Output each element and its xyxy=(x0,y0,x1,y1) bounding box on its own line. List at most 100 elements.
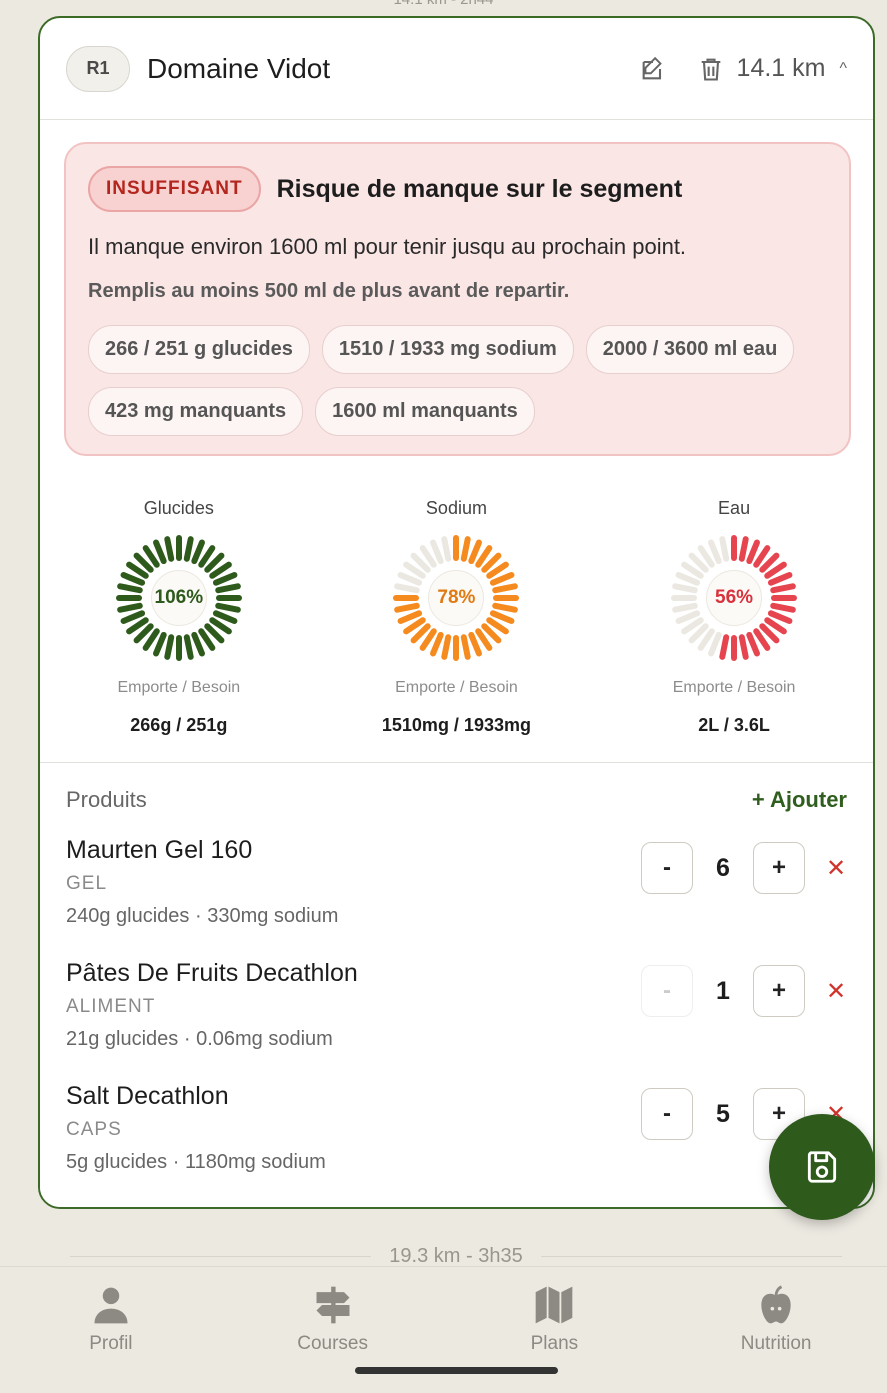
gauge-tick-empty xyxy=(672,602,698,613)
gauge-tick-filled xyxy=(164,536,175,562)
tab-profil[interactable]: Profil xyxy=(0,1267,222,1393)
tab-label: Nutrition xyxy=(740,1333,812,1354)
alert-chips: 266 / 251 g glucides 1510 / 1933 mg sodi… xyxy=(88,325,827,436)
gauge-value: 1510mg / 1933mg xyxy=(381,715,531,735)
add-product-button[interactable]: + Ajouter xyxy=(752,787,847,813)
decrement-button[interactable]: - xyxy=(641,842,693,894)
quantity-value: 1 xyxy=(716,976,730,1005)
gauge-tick-empty xyxy=(675,610,701,624)
gauge-label: Glucides xyxy=(143,498,214,518)
alert-advice: Remplis au moins 500 ml de plus avant de… xyxy=(88,280,570,302)
gauge-tick-filled xyxy=(191,539,205,565)
gauge-value: 2L / 3.6L xyxy=(698,715,770,735)
gauge-tick-filled xyxy=(212,610,238,624)
save-icon xyxy=(807,1151,837,1183)
edit-icon[interactable] xyxy=(639,55,667,83)
chip-glucides: 266 / 251 g glucides xyxy=(88,325,310,374)
tab-label: Profil xyxy=(89,1333,133,1354)
stop-name: Domaine Vidot xyxy=(147,52,331,84)
product-row: Salt Decathlon CAPS 5g glucides · 1180mg… xyxy=(66,1082,847,1205)
gauge-tick-filled xyxy=(768,572,793,586)
decrement-button[interactable]: - xyxy=(641,1088,693,1140)
gauge-sodium: Sodium 78% Emporte / Besoin 1510mg / 193… xyxy=(318,498,596,762)
shortage-alert: INSUFFISANT Risque de manque sur le segm… xyxy=(64,142,851,456)
quantity-stepper: - 6 + ✕ xyxy=(641,842,847,894)
gauge-tick-empty xyxy=(675,572,701,586)
gauge-tick-filled xyxy=(430,631,445,657)
gauge-sub-label: Emporte / Besoin xyxy=(117,679,241,696)
gauge-tick-filled xyxy=(738,634,749,660)
chip-missing-water: 1600 ml manquants xyxy=(315,387,535,436)
gauge-tick-filled xyxy=(770,602,796,613)
product-info: 5g glucides · 1180mg sodium xyxy=(66,1151,326,1173)
gauge-tick-empty xyxy=(708,631,722,657)
gauge-tick-filled xyxy=(394,602,421,613)
products-title: Produits xyxy=(66,787,147,812)
gauge-tick-filled xyxy=(492,583,519,594)
product-row: Pâtes De Fruits Decathlon ALIMENT 21g gl… xyxy=(66,959,847,1082)
chip-sodium: 1510 / 1933 mg sodium xyxy=(321,325,574,374)
gauge-tick-filled xyxy=(746,539,761,565)
apple-icon xyxy=(761,1285,791,1324)
gauge-tick-filled xyxy=(398,610,423,624)
gauge-tick-filled xyxy=(468,631,483,657)
tab-plans[interactable]: Plans xyxy=(444,1267,666,1393)
product-info: 240g glucides · 330mg sodium xyxy=(66,905,339,927)
chip-missing-sodium: 423 mg manquants xyxy=(88,387,304,436)
gauge-tick-filled xyxy=(770,583,796,594)
tab-courses[interactable]: Courses xyxy=(222,1267,444,1393)
gauge-tick-filled xyxy=(468,539,483,565)
gauge-label: Eau xyxy=(718,498,751,518)
gauge-tick-filled xyxy=(116,583,143,594)
gauge-tick-empty xyxy=(719,536,730,562)
alert-title: Risque de manque sur le segment xyxy=(276,174,683,203)
stop-card-header[interactable]: R1 Domaine Vidot 14.1 km ^ xyxy=(40,18,873,120)
gauge-tick-filled xyxy=(492,602,519,613)
gauge-tick-filled xyxy=(120,610,145,624)
gauge-tick-filled xyxy=(164,634,175,660)
tab-nutrition[interactable]: Nutrition xyxy=(665,1267,887,1393)
gauge-ring: 106% xyxy=(114,533,244,663)
gauge-tick-empty xyxy=(708,539,722,565)
gauge-tick-filled xyxy=(215,602,241,613)
gauge-tick-filled xyxy=(490,572,515,586)
gauge-tick-filled xyxy=(461,634,472,660)
increment-button[interactable]: + xyxy=(753,842,805,894)
home-indicator xyxy=(355,1367,558,1374)
map-icon xyxy=(536,1286,573,1324)
gauge-tick-filled xyxy=(215,583,241,594)
gauge-sub-label: Emporte / Besoin xyxy=(395,679,518,696)
increment-button[interactable]: + xyxy=(753,965,805,1017)
gauge-percent: 56% xyxy=(706,570,763,626)
gauge-ring: 78% xyxy=(391,533,521,663)
tab-label: Plans xyxy=(530,1333,579,1354)
nutrition-gauges: Glucides 106% Emporte / Besoin 266g / 25… xyxy=(40,498,873,762)
gauge-tick-filled xyxy=(116,602,143,613)
gauge-tick-empty xyxy=(394,583,421,594)
gauge-tick-filled xyxy=(738,536,749,562)
remove-product-button[interactable]: ✕ xyxy=(825,854,847,883)
chevron-up-icon[interactable]: ^ xyxy=(839,60,847,78)
gauge-tick-filled xyxy=(183,634,194,660)
next-segment-label: 19.3 km - 3h35 xyxy=(52,1244,860,1268)
gauge-value: 266g / 251g xyxy=(130,715,228,735)
alert-message: Il manque environ 1600 ml pour tenir jus… xyxy=(88,234,687,259)
stop-card: R1 Domaine Vidot 14.1 km ^ INSUFFISANT R… xyxy=(38,16,875,1209)
tab-label: Courses xyxy=(297,1333,368,1354)
trash-icon[interactable] xyxy=(697,55,725,83)
stop-badge: R1 xyxy=(66,45,130,92)
gauge-tick-filled xyxy=(490,610,515,624)
gauge-label: Sodium xyxy=(425,498,487,518)
product-row: Maurten Gel 160 GEL 240g glucides · 330m… xyxy=(66,836,847,959)
gauge-glucides: Glucides 106% Emporte / Besoin 266g / 25… xyxy=(40,498,318,762)
person-icon xyxy=(94,1287,128,1324)
product-info: 21g glucides · 0.06mg sodium xyxy=(66,1028,333,1050)
save-button[interactable] xyxy=(769,1114,875,1220)
gauge-tick-filled xyxy=(152,539,167,565)
decrement-button[interactable]: - xyxy=(641,965,693,1017)
gauge-tick-filled xyxy=(441,634,452,660)
gauge-tick-filled xyxy=(152,631,167,657)
gauge-tick-filled xyxy=(461,536,472,562)
remove-product-button[interactable]: ✕ xyxy=(825,977,847,1006)
status-badge: INSUFFISANT xyxy=(88,166,261,212)
